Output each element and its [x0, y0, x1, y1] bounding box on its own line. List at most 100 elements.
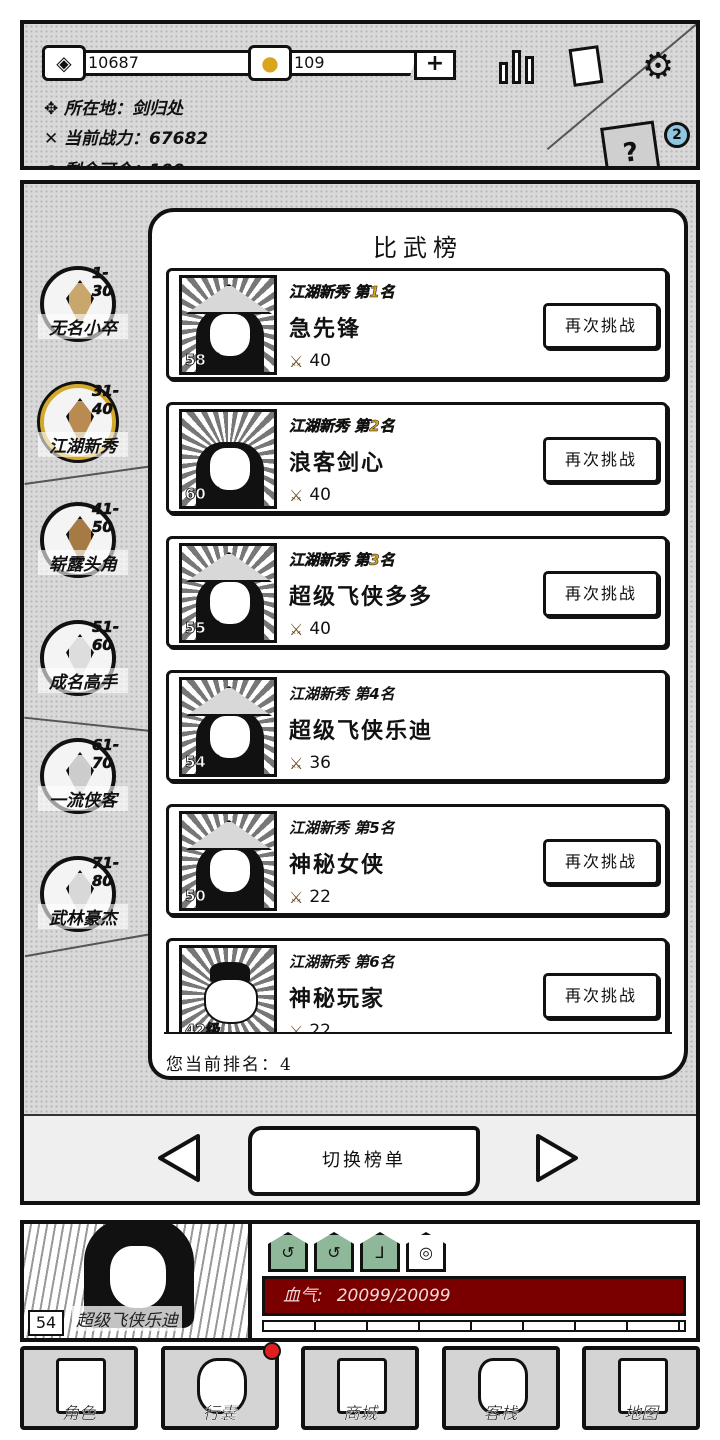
crossed-swords-icon: ⚔: [289, 485, 304, 505]
buff-boot-icon[interactable]: ⅃: [360, 1232, 400, 1272]
tier-name: 无名小卒: [38, 314, 128, 339]
book-icon[interactable]: [564, 44, 608, 88]
silver-amount: 10687: [82, 50, 262, 76]
nav-inn-button[interactable]: 客栈: [441, 1346, 560, 1430]
rank-label: 江湖新秀 第2名: [289, 417, 395, 436]
power-value: 22: [309, 887, 331, 907]
opponent-power: ⚔ 40: [289, 485, 331, 505]
leaderboard-row[interactable]: 55级 江湖新秀 第3名 超级飞侠多多 ⚔ 40 再次挑战: [166, 536, 668, 648]
nav-character-button[interactable]: 角色: [20, 1346, 138, 1430]
player-status-panel: 54 超级飞侠乐迪 ↺ ↺ ⅃ ◎ 血气: 20099/20099: [20, 1220, 700, 1342]
exp-bar: [262, 1320, 686, 1332]
tier-name: 武林豪杰: [38, 904, 128, 929]
token-icon: ◔: [44, 161, 64, 166]
rechallenge-button[interactable]: 再次挑战: [543, 571, 659, 617]
rank-label: 江湖新秀 第3名: [289, 551, 395, 570]
tier-name: 崭露头角: [38, 550, 128, 575]
buff-icons: ↺ ↺ ⅃ ◎: [268, 1232, 446, 1272]
opponent-name: 神秘女侠: [289, 852, 386, 878]
tier-name: 一流侠客: [38, 786, 128, 811]
next-board-arrow-icon[interactable]: [532, 1132, 582, 1184]
tier-range: 51-60: [92, 618, 120, 655]
player-portrait: 54级: [179, 677, 277, 777]
bottom-nav: 角色 行囊 商城 客栈 地图: [20, 1342, 700, 1436]
rechallenge-button[interactable]: 再次挑战: [543, 303, 659, 349]
rechallenge-button[interactable]: 再次挑战: [543, 839, 659, 885]
nav-shop-button[interactable]: 商城: [301, 1346, 419, 1430]
opponent-power: ⚔ 40: [289, 619, 331, 639]
opponent-name: 浪客剑心: [289, 450, 386, 476]
player-level-badge: 54: [28, 1310, 64, 1336]
add-gold-button[interactable]: +: [414, 50, 456, 80]
board-title: 比武榜: [373, 234, 463, 262]
buff-scroll-icon[interactable]: ↺: [268, 1232, 308, 1272]
remaining-text: ◔剩余可令：100: [44, 156, 185, 166]
tier-range: 61-70: [92, 736, 120, 773]
buff-target-icon[interactable]: ◎: [406, 1232, 446, 1272]
nav-label: 行囊: [202, 1404, 237, 1424]
tier-medal-1[interactable]: 1-30 无名小卒: [38, 264, 128, 342]
tier-range: 1-30: [92, 264, 113, 301]
leaderboard-row[interactable]: 42级 江湖新秀 第6名 神秘玩家 ⚔ 22 再次挑战: [166, 938, 668, 1034]
my-rank-text: 您当前排名：4: [166, 1055, 293, 1075]
leaderboard-panel: 比武榜 58级 江湖新秀 第1名 急先锋 ⚔ 40 再次挑战 60级 江湖新秀 第…: [148, 208, 688, 1080]
tier-medal-6[interactable]: 71-80 武林豪杰: [38, 854, 128, 932]
tier-medal-5[interactable]: 61-70 一流侠客: [38, 736, 128, 814]
gold-amount: 109: [288, 50, 418, 76]
nav-label: 角色: [62, 1404, 96, 1424]
rank-label: 江湖新秀 第4名: [289, 685, 395, 703]
leaderboard-list[interactable]: 58级 江湖新秀 第1名 急先锋 ⚔ 40 再次挑战 60级 江湖新秀 第2名 浪…: [166, 264, 672, 1034]
tier-medal-2[interactable]: 31-40 江湖新秀: [38, 382, 128, 460]
opponent-portrait: 42级: [179, 945, 277, 1034]
opponent-name: 急先锋: [289, 316, 362, 342]
gold-resource: ● 109: [248, 45, 418, 81]
tier-name: 江湖新秀: [38, 432, 128, 457]
player-power: ⚔ 36: [289, 753, 331, 773]
ranking-icon[interactable]: [494, 44, 538, 88]
tier-medal-3[interactable]: 41-50 崭露头角: [38, 500, 128, 578]
silver-ore-icon: ◈: [42, 45, 86, 81]
nav-label: 客栈: [483, 1404, 518, 1424]
opponent-name: 神秘玩家: [289, 986, 386, 1012]
rechallenge-button[interactable]: 再次挑战: [543, 973, 659, 1019]
nav-label: 地图: [624, 1404, 658, 1424]
leaderboard-row[interactable]: 60级 江湖新秀 第2名 浪客剑心 ⚔ 40 再次挑战: [166, 402, 668, 514]
opponent-portrait: 58级: [179, 275, 277, 375]
buff-scroll-icon[interactable]: ↺: [314, 1232, 354, 1272]
player-level: 54级: [185, 753, 222, 772]
leaderboard-row[interactable]: 50级 江湖新秀 第5名 神秘女侠 ⚔ 22 再次挑战: [166, 804, 668, 916]
power-value: 40: [309, 619, 331, 639]
switch-board-button[interactable]: 切换榜单: [248, 1126, 480, 1196]
rechallenge-button[interactable]: 再次挑战: [543, 437, 659, 483]
opponent-power: ⚔ 22: [289, 887, 331, 907]
tier-name: 成名高手: [38, 668, 128, 693]
question-mark: ?: [621, 137, 641, 169]
tier-range: 71-80: [92, 854, 120, 891]
leaderboard-row[interactable]: 58级 江湖新秀 第1名 急先锋 ⚔ 40 再次挑战: [166, 268, 668, 380]
tier-medal-4[interactable]: 51-60 成名高手: [38, 618, 128, 696]
opponent-level: 55级: [185, 619, 222, 638]
nav-map-button[interactable]: 地图: [582, 1346, 700, 1430]
rank-label: 江湖新秀 第5名: [289, 819, 395, 837]
player-name: 超级飞侠乐迪: [289, 718, 434, 744]
location-label: 所在地：剑归处: [64, 99, 183, 119]
crossed-swords-icon: ⚔: [289, 619, 304, 639]
opponent-portrait: 60级: [179, 409, 277, 509]
gold-ingot-icon: ●: [248, 45, 292, 81]
nav-bag-button[interactable]: 行囊: [160, 1342, 281, 1430]
power-text: ✕ 当前战力：67682: [44, 124, 208, 149]
opponent-power: ⚔ 40: [289, 351, 331, 371]
tier-range: 41-50: [92, 500, 120, 537]
mystery-box-button[interactable]: ?: [600, 120, 662, 169]
opponent-level: 60级: [185, 485, 222, 504]
leaderboard-row-self: 54级 江湖新秀 第4名 超级飞侠乐迪 ⚔ 36: [166, 670, 668, 782]
player-avatar[interactable]: 54 超级飞侠乐迪: [24, 1224, 252, 1338]
opponent-portrait: 50级: [179, 811, 277, 911]
status-panel: ◈ 10687 ● 109 + ⚙ ✥所在地：剑归处 ✕当前战力：67682 ◔…: [20, 20, 700, 170]
hp-bar: 血气: 20099/20099: [262, 1276, 686, 1316]
gear-icon[interactable]: ⚙: [636, 44, 680, 88]
previous-board-arrow-icon[interactable]: [154, 1132, 204, 1184]
list-divider: [164, 1032, 672, 1034]
crossed-swords-icon: ⚔: [289, 351, 304, 371]
rank-label: 江湖新秀 第1名: [289, 283, 395, 302]
